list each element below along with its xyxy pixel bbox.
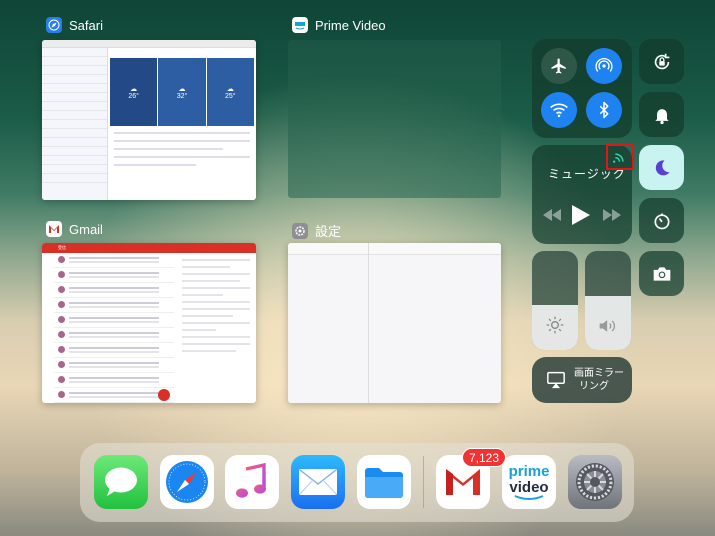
settings-split-divider bbox=[368, 243, 369, 403]
safari-weather-panel: ☁ 26° ☁ 32° ☁ 25° bbox=[110, 58, 254, 126]
gmail-app-card[interactable]: 受信 bbox=[42, 243, 256, 403]
brightness-slider[interactable] bbox=[532, 251, 578, 350]
moon-icon bbox=[655, 159, 669, 175]
safari-mini-icon bbox=[46, 17, 62, 33]
dock-separator bbox=[423, 456, 424, 508]
fast-forward-icon bbox=[603, 209, 621, 221]
rewind-icon bbox=[543, 209, 561, 221]
timer-icon bbox=[654, 213, 669, 229]
wifi-toggle[interactable] bbox=[541, 92, 577, 128]
gmail-card-title: Gmail bbox=[69, 221, 103, 237]
prime-video-mini-icon bbox=[292, 17, 308, 33]
silent-mode-toggle[interactable] bbox=[639, 92, 684, 137]
screen-mirroring-icon bbox=[547, 371, 565, 389]
settings-toolbar bbox=[288, 243, 501, 255]
weather-day-2: ☁ 32° bbox=[158, 58, 206, 126]
airplane-icon bbox=[551, 58, 566, 74]
dock-safari-app[interactable] bbox=[160, 455, 214, 509]
rewind-button[interactable] bbox=[543, 208, 561, 226]
gmail-message-list bbox=[54, 253, 174, 403]
gmail-unread-badge: 7,123 bbox=[462, 448, 507, 467]
camera-icon bbox=[653, 266, 670, 281]
bell-icon bbox=[654, 108, 669, 124]
settings-icon bbox=[576, 463, 614, 501]
weather-day-1: ☁ 26° bbox=[110, 58, 158, 126]
dock-messages-app[interactable] bbox=[94, 455, 148, 509]
weather-day-3: ☁ 25° bbox=[206, 58, 254, 126]
bluetooth-toggle[interactable] bbox=[586, 92, 622, 128]
gmail-icon bbox=[446, 469, 480, 495]
airplay-audio-button[interactable] bbox=[606, 144, 634, 170]
safari-toolbar bbox=[42, 40, 256, 48]
fast-forward-button[interactable] bbox=[603, 208, 621, 226]
safari-app-card[interactable]: ☁ 26° ☁ 32° ☁ 25° bbox=[42, 40, 256, 200]
files-icon bbox=[365, 468, 403, 498]
gmail-message-body bbox=[176, 253, 256, 403]
dock-music-app[interactable] bbox=[225, 455, 279, 509]
orientation-lock-toggle[interactable] bbox=[639, 39, 684, 84]
wifi-icon bbox=[550, 103, 568, 118]
music-icon bbox=[236, 463, 266, 498]
safari-card-label: Safari bbox=[46, 17, 103, 33]
prime-video-icon: prime video bbox=[509, 464, 549, 501]
bluetooth-icon bbox=[599, 101, 609, 119]
brightness-icon bbox=[546, 316, 564, 334]
camera-button[interactable] bbox=[639, 251, 684, 296]
safari-icon bbox=[166, 461, 208, 503]
gmail-inbox-label: 受信 bbox=[58, 245, 66, 250]
play-icon bbox=[572, 205, 590, 225]
gmail-compose-icon bbox=[158, 389, 170, 401]
timer-button[interactable] bbox=[639, 198, 684, 243]
dock-prime-video-app[interactable]: prime video bbox=[502, 455, 556, 509]
dock-settings-app[interactable] bbox=[568, 455, 622, 509]
volume-slider[interactable] bbox=[585, 251, 631, 350]
mail-icon bbox=[299, 469, 337, 495]
dock-files-app[interactable] bbox=[357, 455, 411, 509]
play-button[interactable] bbox=[572, 205, 590, 230]
gmail-mini-icon bbox=[46, 221, 62, 237]
do-not-disturb-toggle[interactable] bbox=[639, 145, 684, 190]
airplane-mode-toggle[interactable] bbox=[541, 48, 577, 84]
safari-sidebar bbox=[42, 48, 108, 200]
gmail-header: 受信 bbox=[42, 243, 256, 253]
prime-video-app-card[interactable] bbox=[288, 40, 501, 198]
safari-card-title: Safari bbox=[69, 17, 103, 33]
settings-mini-icon bbox=[292, 222, 308, 239]
prime-video-card-label: Prime Video bbox=[292, 17, 386, 33]
safari-page-content bbox=[114, 132, 250, 172]
screen-mirroring-button[interactable]: 画面ミラー リング bbox=[532, 357, 632, 403]
gmail-card-label: Gmail bbox=[46, 221, 103, 237]
speaker-icon bbox=[599, 320, 616, 332]
settings-app-card[interactable] bbox=[288, 243, 501, 403]
airdrop-toggle[interactable] bbox=[586, 48, 622, 84]
settings-card-title: 設定 bbox=[315, 224, 342, 239]
dock-mail-app[interactable] bbox=[291, 455, 345, 509]
airplay-audio-icon bbox=[613, 153, 624, 163]
orientation-lock-icon bbox=[654, 53, 669, 69]
prime-video-card-title: Prime Video bbox=[315, 17, 386, 33]
messages-icon bbox=[105, 467, 137, 496]
screen-mirroring-label: 画面ミラー リング bbox=[574, 368, 624, 392]
settings-card-label: 設定 bbox=[292, 221, 341, 240]
airdrop-icon bbox=[595, 57, 613, 72]
